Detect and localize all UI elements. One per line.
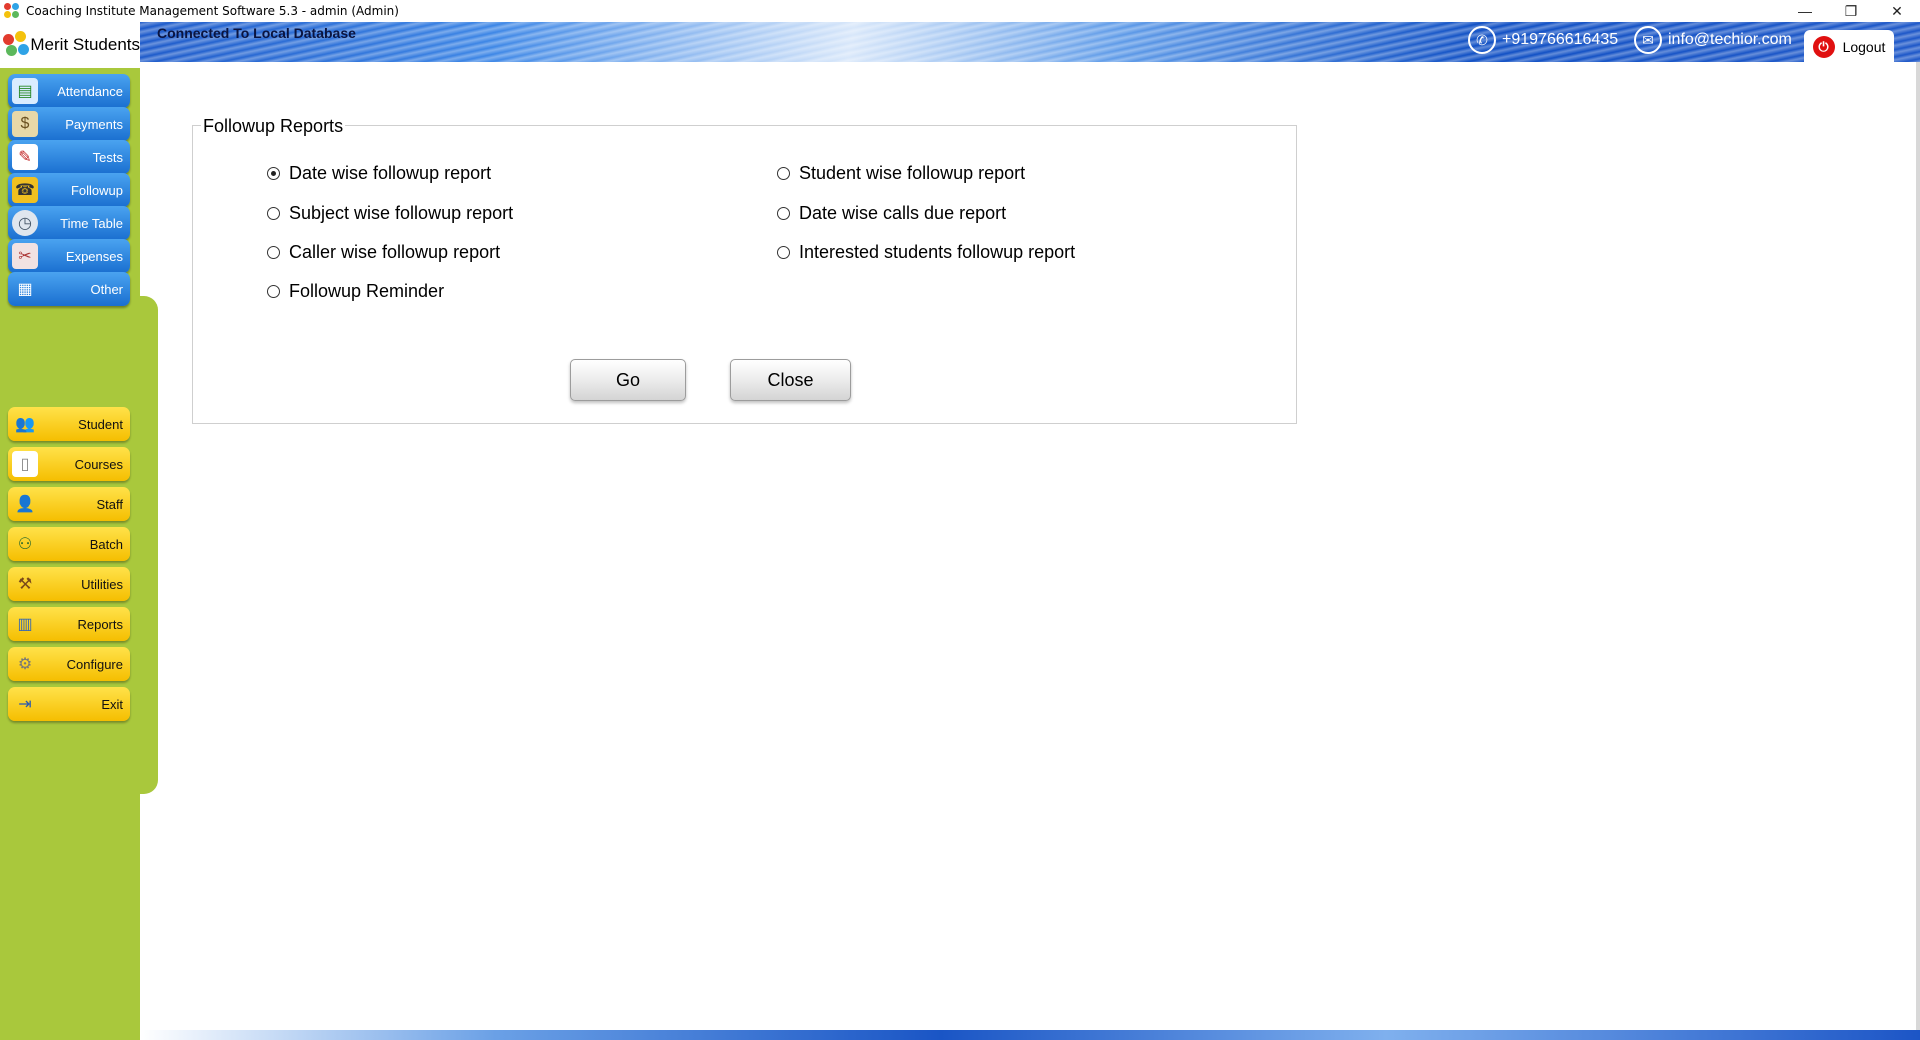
merit-logo-icon	[3, 31, 29, 59]
payments-icon: $	[12, 111, 38, 137]
radio-label: Date wise followup report	[289, 163, 492, 183]
nav-label: Followup	[70, 182, 123, 198]
nav-other[interactable]: ▦ Other	[8, 272, 130, 306]
radio-subject-wise-followup[interactable]: Subject wise followup report	[267, 203, 513, 224]
radio-interested-students-followup[interactable]: Interested students followup report	[777, 242, 1075, 263]
nav-batch[interactable]: ⚇ Batch	[8, 527, 130, 561]
phone-icon: ✆	[1468, 26, 1496, 54]
batch-icon: ⚇	[17, 536, 33, 553]
expenses-icon: ✂	[12, 243, 38, 269]
nav-configure[interactable]: ⚙ Configure	[8, 647, 130, 681]
nav-label: Courses	[74, 456, 123, 472]
nav-label: Batch	[89, 536, 123, 552]
radio-label: Caller wise followup report	[289, 242, 501, 262]
go-button[interactable]: Go	[570, 359, 686, 401]
exit-icon: ⇥	[18, 696, 32, 713]
staff-icon: 👤	[15, 496, 35, 513]
radio-button[interactable]	[267, 285, 280, 298]
nav-student[interactable]: 👥 Student	[8, 407, 130, 441]
radio-student-wise-followup[interactable]: Student wise followup report	[777, 163, 1025, 184]
nav-label: Utilities	[81, 576, 123, 592]
radio-button[interactable]	[267, 207, 280, 220]
radio-date-wise-calls-due[interactable]: Date wise calls due report	[777, 203, 1006, 224]
nav-label: Tests	[92, 149, 123, 165]
group-title: Followup Reports	[201, 116, 346, 137]
brand: Merit Students	[0, 22, 140, 68]
email-address: info@techior.com	[1668, 31, 1792, 48]
nav-label: Attendance	[57, 83, 123, 99]
gear-icon: ⚙	[17, 656, 33, 673]
app-icon	[4, 3, 20, 19]
nav-utilities[interactable]: ⚒ Utilities	[8, 567, 130, 601]
radio-button[interactable]	[777, 207, 790, 220]
footer-banner	[140, 1030, 1920, 1040]
radio-label: Subject wise followup report	[289, 203, 514, 223]
followup-reports-group: Followup Reports Date wise followup repo…	[192, 116, 1297, 424]
attendance-icon: ▤	[12, 78, 38, 104]
radio-date-wise-followup[interactable]: Date wise followup report	[267, 163, 491, 184]
reports-icon: ▥	[17, 616, 33, 633]
nav-label: Other	[90, 281, 123, 297]
window-right-edge	[1916, 62, 1920, 1030]
radio-caller-wise-followup[interactable]: Caller wise followup report	[267, 242, 500, 263]
radio-button[interactable]	[777, 167, 790, 180]
radio-button[interactable]	[267, 167, 280, 180]
sidebar: Merit Students ▤ Attendance $ Payments ✎…	[0, 22, 158, 1040]
nav-label: Time Table	[60, 215, 123, 231]
nav-exit[interactable]: ⇥ Exit	[8, 687, 130, 721]
tests-icon: ✎	[12, 144, 38, 170]
brand-name: Merit Students	[30, 35, 140, 54]
email-contact: ✉ info@techior.com	[1634, 26, 1792, 54]
nav-label: Reports	[77, 616, 123, 632]
nav-label: Payments	[65, 116, 123, 132]
student-icon: 👥	[15, 416, 35, 433]
nav-expenses[interactable]: ✂ Expenses	[8, 239, 130, 273]
followup-icon: ☎	[12, 177, 38, 203]
clock-icon: ◷	[12, 210, 38, 236]
radio-label: Interested students followup report	[799, 242, 1076, 262]
nav-payments[interactable]: $ Payments	[8, 107, 130, 141]
radio-label: Student wise followup report	[799, 163, 1026, 183]
utilities-icon: ⚒	[17, 576, 33, 593]
logout-button[interactable]: ⏻ Logout	[1804, 30, 1894, 64]
grid-icon: ▦	[17, 281, 33, 298]
connection-status: Connected To Local Database	[157, 25, 356, 41]
power-icon: ⏻	[1812, 36, 1835, 58]
nav-followup[interactable]: ☎ Followup	[8, 173, 130, 207]
maximize-button[interactable]: ❐	[1828, 0, 1874, 22]
logout-label: Logout	[1842, 39, 1886, 55]
nav-time-table[interactable]: ◷ Time Table	[8, 206, 130, 240]
mail-icon: ✉	[1634, 26, 1662, 54]
nav-attendance[interactable]: ▤ Attendance	[8, 74, 130, 108]
phone-contact: ✆ +919766616435	[1468, 26, 1618, 54]
radio-label: Followup Reminder	[289, 281, 445, 301]
window-title: Coaching Institute Management Software 5…	[26, 4, 399, 18]
sidebar-notch	[140, 296, 158, 794]
close-button[interactable]: Close	[730, 359, 851, 401]
nav-label: Exit	[101, 696, 123, 712]
nav-label: Configure	[66, 656, 123, 672]
close-window-button[interactable]: ✕	[1874, 0, 1920, 22]
courses-icon: ▯	[12, 451, 38, 477]
nav-tests[interactable]: ✎ Tests	[8, 140, 130, 174]
nav-label: Expenses	[65, 248, 123, 264]
radio-label: Date wise calls due report	[799, 203, 1007, 223]
window-titlebar: Coaching Institute Management Software 5…	[0, 0, 1920, 22]
nav-courses[interactable]: ▯ Courses	[8, 447, 130, 481]
window-controls: — ❐ ✕	[1782, 0, 1920, 22]
nav-staff[interactable]: 👤 Staff	[8, 487, 130, 521]
radio-button[interactable]	[777, 246, 790, 259]
nav-label: Student	[78, 416, 123, 432]
nav-label: Staff	[96, 496, 123, 512]
radio-button[interactable]	[267, 246, 280, 259]
minimize-button[interactable]: —	[1782, 0, 1828, 22]
phone-number: +919766616435	[1502, 31, 1619, 48]
nav-reports[interactable]: ▥ Reports	[8, 607, 130, 641]
radio-followup-reminder[interactable]: Followup Reminder	[267, 281, 444, 302]
